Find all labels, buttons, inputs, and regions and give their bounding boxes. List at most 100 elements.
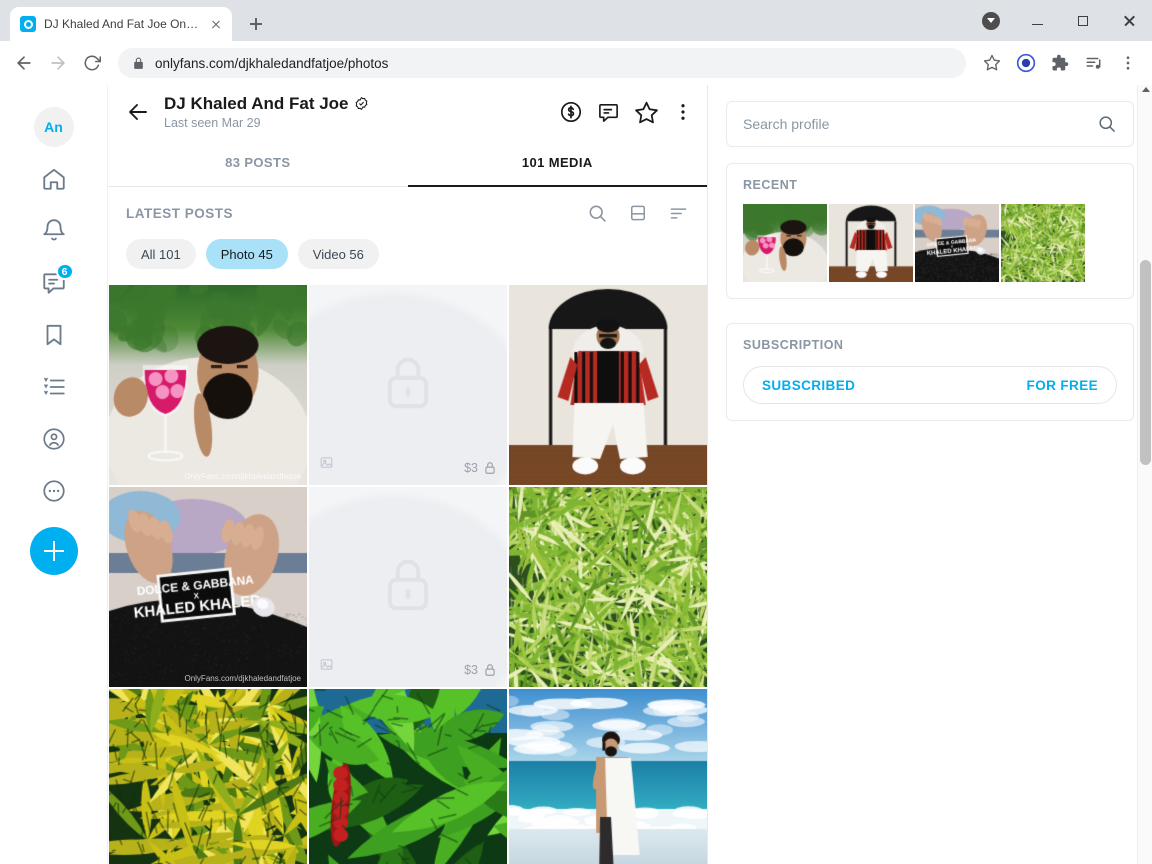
new-post-button[interactable] (30, 527, 78, 575)
profile-icon[interactable] (1010, 47, 1042, 79)
subscription-price: FOR FREE (1027, 378, 1098, 393)
browser-window: DJ Khaled And Fat Joe OnlyFans onlyfans.… (0, 0, 1152, 864)
media-cell-photo[interactable] (509, 285, 707, 485)
subscription-button[interactable]: SUBSCRIBED FOR FREE (743, 366, 1117, 404)
last-seen-text: Last seen Mar 29 (164, 116, 545, 130)
sidebar-item-avatar[interactable]: An (28, 101, 80, 153)
lock-icon (132, 57, 145, 70)
price-lock-group: $3 (464, 461, 497, 475)
lock-icon (377, 352, 439, 419)
profile-actions (559, 100, 693, 125)
bookmark-icon (41, 322, 67, 348)
subscription-panel: SUBSCRIPTION SUBSCRIBED FOR FREE (726, 323, 1134, 421)
image-icon (319, 455, 334, 475)
media-cell-photo[interactable] (309, 689, 507, 864)
filter-chip-photo[interactable]: Photo 45 (206, 239, 288, 269)
plus-icon (44, 541, 64, 561)
downloads-icon[interactable] (982, 12, 1000, 30)
scroll-up-arrow-icon[interactable] (1142, 87, 1150, 92)
favorite-star-icon[interactable] (634, 100, 659, 125)
recent-thumb[interactable] (829, 204, 913, 282)
sidebar-item-notifications[interactable] (28, 205, 80, 257)
media-cell-photo[interactable] (509, 689, 707, 864)
sidebar-item-profile[interactable] (28, 413, 80, 465)
more-dots-icon (41, 478, 67, 504)
media-thumbnail (109, 285, 307, 485)
status-badge: SUBSCRIBED (762, 378, 855, 393)
media-grid: OnlyFans.com/djkhaledandfatjoe $3 OnlyFans… (108, 285, 707, 864)
reload-icon[interactable] (76, 47, 108, 79)
recent-thumb-image (829, 204, 913, 282)
messages-badge: 6 (56, 263, 74, 280)
forward-icon[interactable] (42, 47, 74, 79)
layout-icon[interactable] (628, 203, 648, 223)
recent-title: RECENT (743, 178, 1117, 192)
sidebar-item-messages[interactable]: 6 (28, 257, 80, 309)
scrollbar-thumb[interactable] (1140, 260, 1151, 465)
media-cell-locked[interactable]: $3 (309, 285, 507, 485)
media-cell-photo[interactable] (109, 689, 307, 864)
lock-icon (377, 554, 439, 621)
new-tab-button[interactable] (242, 10, 270, 38)
media-cell-locked[interactable]: $3 (309, 487, 507, 687)
back-arrow-icon[interactable] (126, 100, 150, 124)
list-icon (41, 374, 67, 400)
media-filter-chips: All 101 Photo 45 Video 56 (108, 239, 707, 285)
browser-toolbar: onlyfans.com/djkhaledandfatjoe/photos (0, 41, 1152, 85)
media-thumbnail (509, 285, 707, 485)
recent-thumb-image (743, 204, 827, 282)
sidebar-item-lists[interactable] (28, 361, 80, 413)
media-cell-photo[interactable]: OnlyFans.com/djkhaledandfatjoe (109, 285, 307, 485)
close-icon[interactable] (1106, 0, 1152, 41)
filter-chip-video[interactable]: Video 56 (298, 239, 379, 269)
sidebar-item-more[interactable] (28, 465, 80, 517)
browser-tab[interactable]: DJ Khaled And Fat Joe OnlyFans (10, 7, 232, 41)
price-lock-group: $3 (464, 663, 497, 677)
latest-posts-title: LATEST POSTS (126, 206, 587, 221)
media-thumbnail (309, 689, 507, 864)
media-price: $3 (464, 461, 478, 475)
tab-title: DJ Khaled And Fat Joe OnlyFans (44, 17, 200, 31)
filter-chip-all[interactable]: All 101 (126, 239, 196, 269)
image-icon (319, 657, 334, 677)
page-viewport: An 6 (0, 85, 1152, 864)
search-input[interactable]: Search profile (726, 101, 1134, 147)
media-thumbnail (509, 689, 707, 864)
chrome-menu-icon[interactable] (1112, 47, 1144, 79)
sort-icon[interactable] (668, 203, 689, 224)
message-icon[interactable] (597, 101, 620, 124)
latest-posts-bar: LATEST POSTS (108, 187, 707, 239)
tip-dollar-icon[interactable] (559, 100, 583, 124)
search-icon[interactable] (587, 203, 608, 224)
media-cell-photo[interactable]: OnlyFans.com/djkhaledandfatjoe (109, 487, 307, 687)
close-icon[interactable] (208, 16, 224, 32)
sidebar-item-home[interactable] (28, 153, 80, 205)
media-list-icon[interactable] (1078, 47, 1110, 79)
window-controls (982, 0, 1152, 41)
verified-badge-icon (354, 96, 369, 111)
maximize-icon[interactable] (1060, 0, 1106, 41)
tab-posts[interactable]: 83 POSTS (108, 139, 408, 186)
recent-thumb[interactable] (743, 204, 827, 282)
more-menu-icon[interactable] (673, 102, 693, 122)
onlyfans-favicon (20, 16, 36, 32)
left-nav-rail: An 6 (0, 85, 108, 864)
bell-icon (41, 218, 67, 244)
search-icon[interactable] (1097, 114, 1117, 134)
address-bar[interactable]: onlyfans.com/djkhaledandfatjoe/photos (118, 48, 966, 78)
bookmark-star-icon[interactable] (976, 47, 1008, 79)
subscription-title: SUBSCRIPTION (743, 338, 1117, 352)
avatar: An (34, 107, 74, 147)
page-scrollbar[interactable] (1137, 85, 1152, 864)
recent-thumb[interactable] (1001, 204, 1085, 282)
recent-panel: RECENT (726, 163, 1134, 299)
media-cell-photo[interactable] (509, 487, 707, 687)
tab-strip: DJ Khaled And Fat Joe OnlyFans (0, 0, 1152, 41)
recent-thumb[interactable] (915, 204, 999, 282)
back-icon[interactable] (8, 47, 40, 79)
tab-media[interactable]: 101 MEDIA (408, 139, 708, 186)
extensions-puzzle-icon[interactable] (1044, 47, 1076, 79)
minimize-icon[interactable] (1014, 0, 1060, 41)
media-thumbnail (109, 487, 307, 687)
sidebar-item-bookmarks[interactable] (28, 309, 80, 361)
